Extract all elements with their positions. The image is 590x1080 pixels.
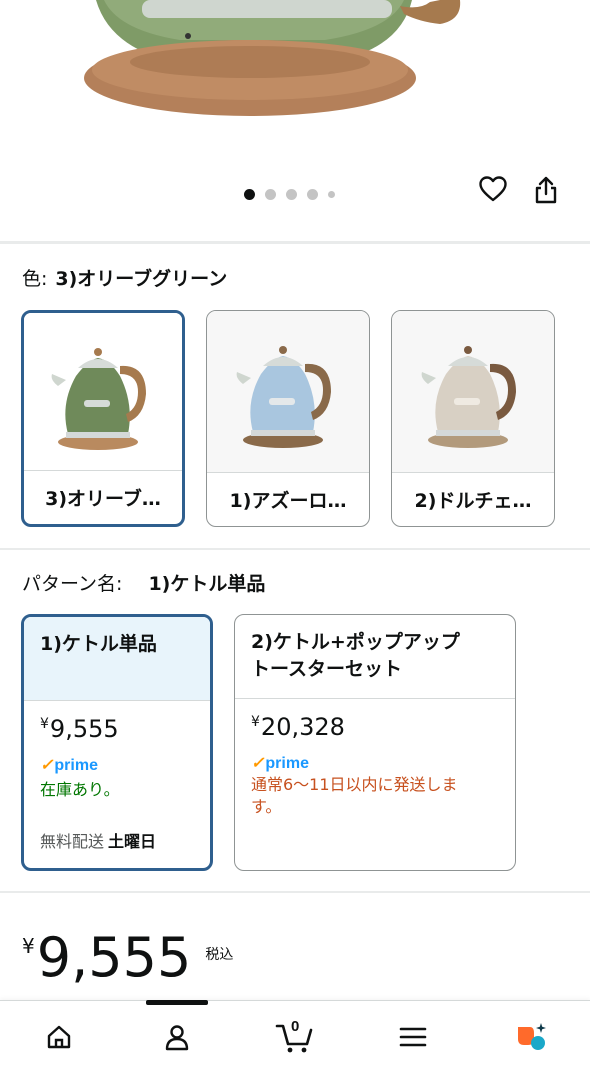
color-option-image (24, 313, 182, 475)
availability-text: 在庫あり。 (40, 780, 120, 799)
pattern-option-kettle-only[interactable]: 1)ケトル単品 ¥9,555 ✓prime 在庫あり。 無料配送 土曜日 (21, 614, 213, 871)
pagination-dot[interactable] (286, 189, 297, 200)
delivery-info: 無料配送 土曜日 (40, 832, 157, 851)
color-option-label: 2)ドルチェ… (392, 472, 554, 526)
color-option-dolce-beige[interactable]: 2)ドルチェ… (391, 310, 555, 527)
image-pagination-dots (244, 189, 335, 200)
selected-pattern-value: 1)ケトル単品 (148, 573, 266, 595)
color-option-azzurro[interactable]: 1)アズーロ… (206, 310, 370, 527)
nav-account[interactable] (154, 1017, 200, 1057)
home-icon (47, 1025, 71, 1049)
color-option-label: 1)アズーロ… (207, 472, 369, 526)
pagination-dot[interactable] (328, 191, 335, 198)
pagination-dot-active[interactable] (244, 189, 255, 200)
rufus-icon (518, 1023, 546, 1050)
pattern-option-price: ¥20,328 (251, 713, 345, 741)
price-amount: 9,555 (36, 926, 192, 989)
prime-badge: ✓prime (40, 757, 98, 774)
color-option-image (392, 311, 554, 473)
heart-icon (479, 176, 507, 202)
wishlist-button[interactable] (479, 176, 519, 216)
pattern-option-name: 2)ケトル+ポップアップ トースターセット (235, 615, 515, 699)
color-option-label: 3)オリーブ… (24, 470, 182, 524)
account-icon (165, 1025, 189, 1051)
product-price: ¥ 9,555 税込 (22, 926, 233, 989)
pattern-option-name: 1)ケトル単品 (24, 617, 210, 701)
shipping-estimate-text: 通常6～11日以内に発送しま す。 (251, 775, 458, 816)
share-button[interactable] (534, 176, 574, 216)
active-tab-indicator (146, 1000, 208, 1005)
divider (0, 241, 590, 244)
nav-cart[interactable]: 0 (272, 1017, 318, 1057)
pattern-label-text: パターン名: (22, 573, 123, 595)
nav-rufus-assistant[interactable] (508, 1017, 554, 1057)
color-option-olive-green[interactable]: 3)オリーブ… (21, 310, 185, 527)
color-selector-label: 色: 3)オリーブグリーン (22, 264, 227, 291)
color-option-image (207, 311, 369, 473)
kettle-olive-image (51, 348, 146, 450)
prime-badge: ✓prime (251, 755, 309, 772)
nav-home[interactable] (36, 1017, 82, 1057)
pagination-dot[interactable] (307, 189, 318, 200)
nav-menu[interactable] (390, 1017, 436, 1057)
tax-included-label: 税込 (205, 947, 234, 963)
product-image-gallery[interactable] (0, 0, 590, 240)
divider (0, 891, 590, 893)
bottom-navigation-bar: 0 (0, 1000, 590, 1080)
pattern-option-kettle-toaster-set[interactable]: 2)ケトル+ポップアップ トースターセット ¥20,328 ✓prime 通常6… (234, 614, 516, 871)
menu-icon (399, 1027, 427, 1047)
share-icon (535, 176, 557, 204)
cart-count-badge: 0 (291, 1018, 300, 1035)
pattern-selector-label: パターン名: 1)ケトル単品 (22, 569, 265, 596)
pagination-dot[interactable] (265, 189, 276, 200)
selected-color-value: 3)オリーブグリーン (55, 268, 228, 290)
pattern-option-price: ¥9,555 (40, 715, 119, 743)
kettle-blue-image (236, 346, 331, 448)
divider (0, 548, 590, 550)
currency-symbol: ¥ (22, 934, 35, 958)
kettle-beige-image (421, 346, 516, 448)
color-label-text: 色: (22, 268, 48, 290)
